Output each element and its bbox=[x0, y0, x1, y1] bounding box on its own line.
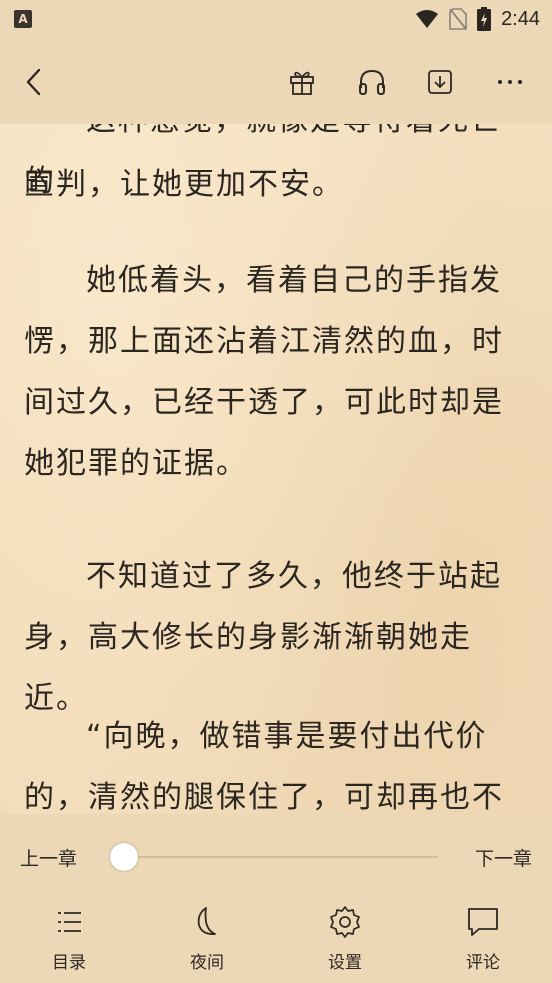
battery-charging-icon bbox=[477, 7, 492, 31]
comment-label: 评论 bbox=[466, 953, 500, 973]
progress-slider-thumb[interactable] bbox=[110, 843, 138, 871]
reader-toolbar bbox=[0, 40, 552, 124]
catalog-icon bbox=[58, 912, 81, 932]
gift-button[interactable] bbox=[282, 62, 322, 102]
notification-icon: A bbox=[14, 10, 32, 28]
paragraph: 不知道过了多久，他终于站起身，高大修长的身影渐渐朝她走近。 bbox=[24, 559, 502, 716]
status-icons: 2:44 bbox=[415, 7, 540, 31]
settings-button[interactable]: 设置 bbox=[300, 904, 390, 973]
night-mode-label: 夜间 bbox=[190, 953, 224, 973]
reader-bottom-panel: 上一章 下一章 目录 夜间 设置 评论 bbox=[0, 814, 552, 983]
gear-icon bbox=[330, 906, 360, 938]
download-icon bbox=[428, 70, 452, 94]
more-button[interactable] bbox=[490, 62, 530, 102]
settings-label: 设置 bbox=[328, 953, 362, 973]
prev-chapter-button[interactable]: 上一章 bbox=[20, 844, 77, 871]
catalog-button[interactable]: 目录 bbox=[24, 904, 114, 973]
progress-slider[interactable] bbox=[126, 856, 438, 858]
status-bar: A 2:44 bbox=[0, 0, 552, 40]
paragraph: 宣判，让她更加不安。 bbox=[24, 167, 344, 202]
comment-button[interactable]: 评论 bbox=[438, 904, 528, 973]
audio-button[interactable] bbox=[352, 62, 392, 102]
back-icon bbox=[26, 68, 41, 96]
paragraph: 她低着头，看着自己的手指发愣，那上面还沾着江清然的血，时间过久，已经干透了，可此… bbox=[24, 263, 504, 481]
back-button[interactable] bbox=[14, 62, 54, 102]
paragraph: “向晚，做错事是要付出代价的，清然的腿保住了，可却再也不能跳舞 bbox=[24, 719, 504, 814]
wifi-icon bbox=[416, 10, 439, 28]
clock: 2:44 bbox=[501, 7, 540, 30]
moon-icon bbox=[197, 907, 216, 935]
headphones-icon bbox=[359, 69, 385, 95]
catalog-label: 目录 bbox=[52, 953, 86, 973]
comment-icon bbox=[468, 908, 498, 936]
no-sim-icon bbox=[449, 8, 467, 30]
download-button[interactable] bbox=[420, 62, 460, 102]
more-icon bbox=[498, 80, 522, 84]
next-chapter-button[interactable]: 下一章 bbox=[475, 844, 532, 871]
night-mode-button[interactable]: 夜间 bbox=[162, 904, 252, 973]
reader-content[interactable]: 这种感觉，就像是等待着死亡的 宣判，让她更加不安。 她低着头，看着自己的手指发愣… bbox=[0, 124, 552, 814]
gift-icon bbox=[290, 71, 314, 95]
